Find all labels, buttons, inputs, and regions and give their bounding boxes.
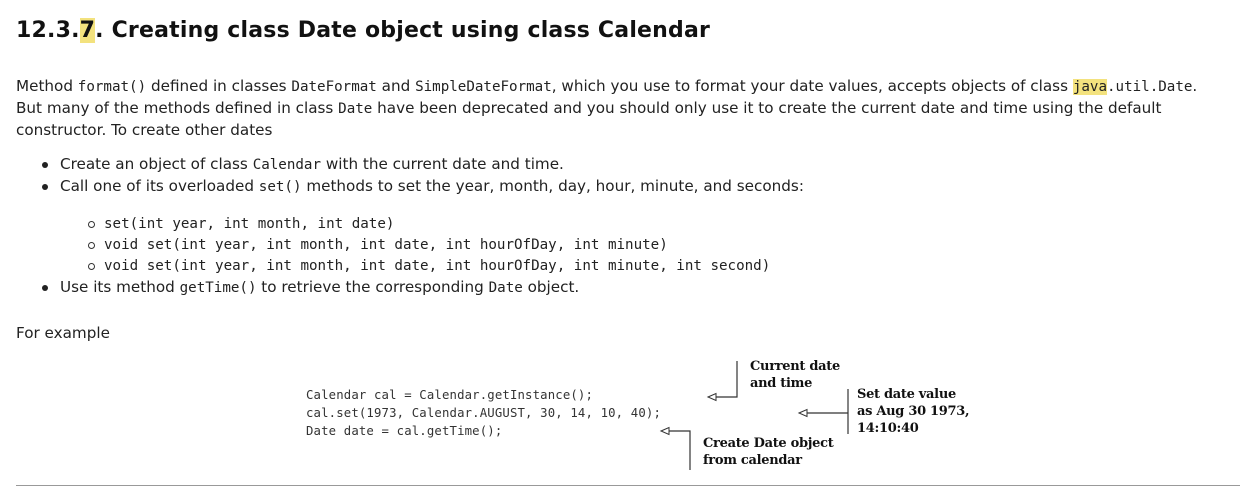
note-line: and time (750, 376, 813, 391)
code-line-1: Calendar cal = Calendar.getInstance(); (306, 388, 594, 402)
sub-list-item: void set(int year, int month, int date, … (60, 235, 1216, 256)
list-item: Call one of its overloaded set() methods… (16, 176, 1216, 277)
code-simpledateformat: SimpleDateFormat (415, 79, 552, 95)
intro-text: and (376, 77, 416, 95)
code-set: set() (258, 179, 302, 195)
item-text: Call one of its overloaded (60, 177, 259, 195)
list-item: Use its method getTime() to retrieve the… (16, 277, 1216, 299)
note-line: Set date value (857, 387, 956, 402)
note-set-date-value: Set date value as Aug 30 1973, 14:10:40 (857, 386, 970, 437)
note-line: 14:10:40 (857, 421, 919, 436)
code-gettime: getTime() (179, 280, 257, 296)
note-current-date: Current date and time (750, 358, 840, 392)
for-example-label: For example (16, 324, 110, 342)
arrow-head-current (706, 392, 717, 402)
set-overloads-list: set(int year, int month, int date) void … (60, 214, 1216, 277)
code-dateformat: DateFormat (291, 79, 377, 95)
intro-text: , which you use to format your date valu… (551, 77, 1073, 95)
bottom-divider (16, 485, 1240, 486)
code-calendar: Calendar (252, 157, 322, 173)
steps-list: Create an object of class Calendar with … (16, 154, 1216, 299)
item-text: Create an object of class (60, 155, 253, 173)
arrow-head-set (797, 408, 808, 418)
section-heading: 12.3.7. Creating class Date object using… (16, 18, 710, 43)
item-text: with the current date and time. (321, 155, 564, 173)
intro-paragraph: Method format() defined in classes DateF… (16, 76, 1226, 141)
heading-rest: . Creating class Date object using class… (95, 18, 711, 43)
callout-line-current (714, 361, 738, 398)
code-java-highlight: java (1072, 79, 1107, 95)
item-text: Use its method (60, 278, 180, 296)
list-item: Create an object of class Calendar with … (16, 154, 1216, 176)
code-line-2: cal.set(1973, Calendar.AUGUST, 30, 14, 1… (306, 406, 662, 420)
heading-highlight: 7 (79, 18, 96, 43)
sub-list-item: set(int year, int month, int date) (60, 214, 1216, 235)
code-format: format() (77, 79, 147, 95)
heading-prefix: 12.3. (16, 18, 80, 43)
code-util-date: .util.Date (1107, 79, 1193, 95)
code-line-3: Date date = cal.getTime(); (306, 424, 503, 438)
note-line: Create Date object (703, 436, 834, 451)
intro-text: defined in classes (146, 77, 292, 95)
note-create-date: Create Date object from calendar (703, 435, 834, 469)
note-line: as Aug 30 1973, (857, 404, 970, 419)
callout-line-create (667, 430, 691, 470)
intro-text: Method (16, 77, 78, 95)
code-date: Date (488, 280, 523, 296)
sub-list-item: void set(int year, int month, int date, … (60, 256, 1216, 277)
arrow-head-create (659, 426, 670, 436)
item-text: methods to set the year, month, day, hou… (301, 177, 804, 195)
code-date: Date (338, 101, 373, 117)
note-line: from calendar (703, 453, 802, 468)
item-text: to retrieve the corresponding (256, 278, 489, 296)
note-line: Current date (750, 359, 840, 374)
item-text: object. (522, 278, 580, 296)
